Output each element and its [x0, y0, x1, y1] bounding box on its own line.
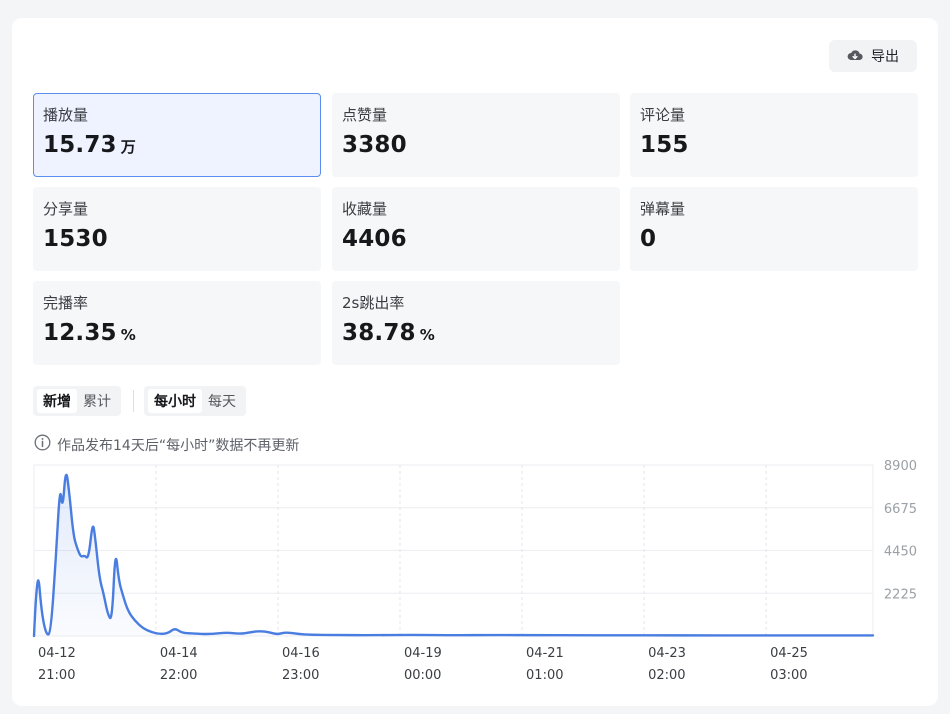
series-line — [32, 473, 875, 638]
series-area — [34, 474, 873, 636]
x-tick-date: 04-16 — [282, 646, 320, 661]
x-tick-time: 21:00 — [38, 668, 75, 683]
trend-chart[interactable]: 8900 6675 4450 2225 04-12 21:00 04-14 22:00 04-1… — [12, 18, 938, 706]
x-tick-date: 04-14 — [160, 646, 198, 661]
x-tick-date: 04-23 — [648, 646, 686, 661]
x-tick-time: 00:00 — [404, 668, 441, 683]
y-tick-label: 6675 — [884, 502, 917, 517]
x-tick-time: 22:00 — [160, 668, 197, 683]
x-tick-date: 04-21 — [526, 646, 564, 661]
y-tick-label: 2225 — [884, 587, 917, 602]
x-tick-time: 02:00 — [648, 668, 685, 683]
stats-panel: 导出 播放量 15.73 万 点赞量 3380 评论量 155 分享量 1530… — [12, 18, 938, 706]
y-tick-label: 4450 — [884, 545, 917, 560]
x-tick-date: 04-25 — [770, 646, 808, 661]
y-tick-label: 8900 — [884, 459, 917, 474]
x-tick-time: 01:00 — [526, 668, 563, 683]
x-tick-date: 04-19 — [404, 646, 442, 661]
x-tick-date: 04-12 — [38, 646, 76, 661]
x-tick-time: 03:00 — [770, 668, 807, 683]
x-tick-time: 23:00 — [282, 668, 319, 683]
